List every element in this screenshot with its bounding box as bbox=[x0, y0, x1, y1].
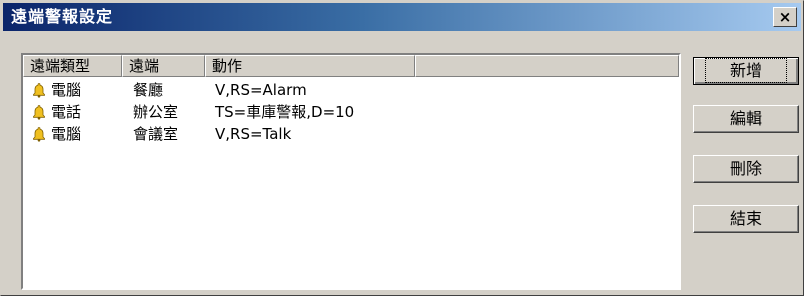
bell-icon bbox=[33, 105, 45, 120]
cell-remote-type: 電腦 bbox=[51, 81, 82, 99]
cell-remote: 會議室 bbox=[133, 125, 179, 143]
cell-action: TS=車庫警報,D=10 bbox=[215, 103, 355, 121]
alarm-list[interactable]: 遠端類型 遠端 動作 電腦 餐廳 V,RS=Alarm 電話 辦公室 TS=車庫… bbox=[21, 53, 681, 290]
list-item[interactable]: 電話 辦公室 TS=車庫警報,D=10 bbox=[23, 101, 663, 123]
add-button-label: 新增 bbox=[704, 58, 788, 83]
add-button[interactable]: 新增 bbox=[693, 57, 799, 85]
list-item[interactable]: 電腦 會議室 V,RS=Talk bbox=[23, 123, 663, 145]
cell-remote-type: 電話 bbox=[51, 103, 82, 121]
close-button[interactable]: × bbox=[773, 7, 797, 27]
cell-remote: 餐廳 bbox=[133, 81, 164, 99]
column-header-action[interactable]: 動作 bbox=[205, 55, 415, 77]
remote-alarm-settings-dialog: 遠端警報設定 × 遠端類型 遠端 動作 電腦 餐廳 V,RS=Alarm 電話 … bbox=[0, 0, 804, 296]
bell-icon bbox=[33, 127, 45, 142]
bell-icon bbox=[33, 83, 45, 98]
cell-remote-type: 電腦 bbox=[51, 125, 82, 143]
edit-button[interactable]: 編輯 bbox=[693, 105, 799, 133]
column-header-remote[interactable]: 遠端 bbox=[122, 55, 205, 77]
list-item[interactable]: 電腦 餐廳 V,RS=Alarm bbox=[23, 79, 663, 101]
window-title: 遠端警報設定 bbox=[11, 7, 114, 26]
title-bar[interactable]: 遠端警報設定 × bbox=[3, 3, 801, 31]
close-dialog-button[interactable]: 結束 bbox=[693, 205, 799, 233]
delete-button[interactable]: 刪除 bbox=[693, 155, 799, 183]
cell-action: V,RS=Talk bbox=[215, 125, 292, 143]
cell-action: V,RS=Alarm bbox=[215, 81, 307, 99]
column-header-remote-type[interactable]: 遠端類型 bbox=[23, 55, 122, 77]
cell-remote: 辦公室 bbox=[133, 103, 179, 121]
column-header-blank[interactable] bbox=[415, 55, 679, 77]
list-header: 遠端類型 遠端 動作 bbox=[23, 55, 679, 77]
